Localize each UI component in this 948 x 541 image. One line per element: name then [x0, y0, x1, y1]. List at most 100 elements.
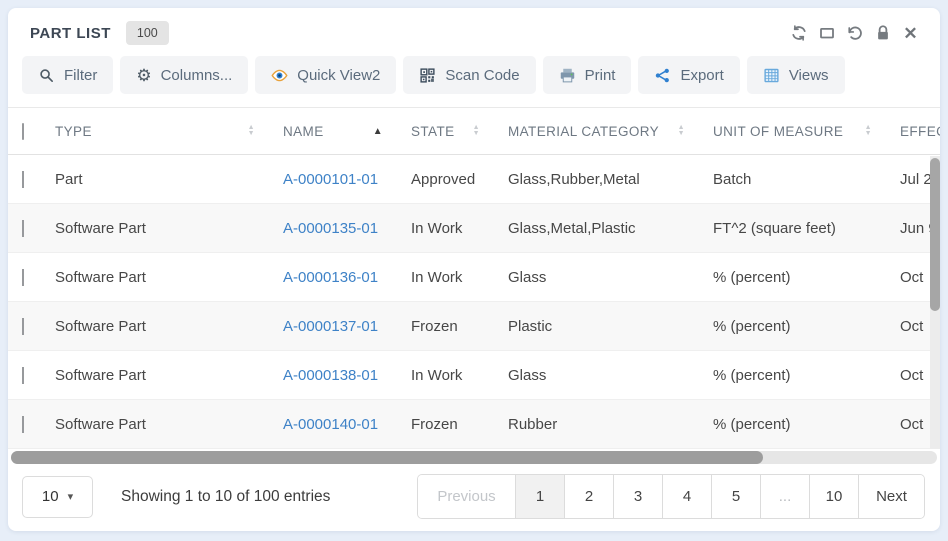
part-name-link[interactable]: A-0000136-01	[283, 269, 378, 286]
scan-code-button[interactable]: Scan Code	[403, 56, 535, 94]
sort-icon: ▲▼	[678, 125, 685, 137]
column-header-material-category[interactable]: MATERIAL CATEGORY ▲▼	[508, 124, 713, 139]
state-cell: Frozen	[411, 416, 508, 433]
page-button-1[interactable]: 1	[515, 475, 564, 518]
material-category-cell: Glass	[508, 269, 713, 286]
sort-icon: ▲▼	[473, 125, 480, 137]
column-header-state[interactable]: STATE ▲▼	[411, 124, 508, 139]
page-title: PART LIST	[30, 25, 111, 42]
quick-view-button[interactable]: Quick View2	[255, 56, 396, 94]
horizontal-scrollbar-thumb[interactable]	[11, 451, 763, 464]
material-category-cell: Glass,Metal,Plastic	[508, 220, 713, 237]
unit-of-measure-cell: Batch	[713, 171, 900, 188]
material-category-cell: Rubber	[508, 416, 713, 433]
part-name-link[interactable]: A-0000137-01	[283, 318, 378, 335]
part-name-link[interactable]: A-0000140-01	[283, 416, 378, 433]
page-button-2[interactable]: 2	[564, 475, 613, 518]
unit-of-measure-cell: FT^2 (square feet)	[713, 220, 900, 237]
row-checkbox[interactable]	[22, 416, 24, 433]
state-cell: In Work	[411, 367, 508, 384]
table-body: Part A-0000101-01 Approved Glass,Rubber,…	[8, 155, 940, 449]
table-row: Software Part A-0000135-01 In Work Glass…	[8, 204, 940, 253]
state-cell: In Work	[411, 220, 508, 237]
type-cell: Software Part	[55, 367, 283, 384]
previous-page-button[interactable]: Previous	[418, 475, 515, 518]
table-header-row: TYPE ▲▼ NAME ▲ STATE ▲▼ MATERIAL CATEGOR…	[8, 108, 940, 155]
filter-button[interactable]: Filter	[22, 56, 113, 94]
table-footer: 10 ▾ Showing 1 to 10 of 100 entries Prev…	[8, 474, 940, 531]
state-cell: Frozen	[411, 318, 508, 335]
material-category-cell: Glass,Rubber,Metal	[508, 171, 713, 188]
sort-ascending-icon: ▲	[373, 126, 383, 137]
record-count-badge: 100	[126, 21, 169, 45]
type-cell: Part	[55, 171, 283, 188]
table-row: Software Part A-0000140-01 Frozen Rubber…	[8, 400, 940, 449]
window-controls: ✕	[789, 24, 920, 43]
undo-icon[interactable]	[845, 24, 864, 43]
table-row: Software Part A-0000138-01 In Work Glass…	[8, 351, 940, 400]
pagination: Previous 1 2 3 4 5 ... 10 Next	[417, 474, 925, 519]
close-icon[interactable]: ✕	[901, 24, 920, 43]
showing-entries-text: Showing 1 to 10 of 100 entries	[121, 488, 330, 506]
column-header-name[interactable]: NAME ▲	[283, 124, 411, 139]
unit-of-measure-cell: % (percent)	[713, 367, 900, 384]
share-icon	[654, 67, 671, 84]
search-icon	[38, 67, 55, 84]
horizontal-scrollbar	[11, 451, 937, 464]
unit-of-measure-cell: % (percent)	[713, 416, 900, 433]
title-bar: PART LIST 100	[8, 8, 940, 50]
export-button[interactable]: Export	[638, 56, 739, 94]
page-button-4[interactable]: 4	[662, 475, 711, 518]
table-row: Software Part A-0000136-01 In Work Glass…	[8, 253, 940, 302]
row-checkbox[interactable]	[22, 171, 24, 188]
filter-button-label: Filter	[64, 67, 97, 84]
row-checkbox[interactable]	[22, 220, 24, 237]
part-name-link[interactable]: A-0000135-01	[283, 220, 378, 237]
unit-of-measure-cell: % (percent)	[713, 269, 900, 286]
quick-view-button-label: Quick View2	[297, 67, 380, 84]
columns-button[interactable]: ⚙ Columns...	[120, 56, 248, 94]
type-cell: Software Part	[55, 220, 283, 237]
columns-button-label: Columns...	[161, 67, 233, 84]
page-button-3[interactable]: 3	[613, 475, 662, 518]
material-category-cell: Plastic	[508, 318, 713, 335]
column-header-unit-of-measure[interactable]: UNIT OF MEASURE ▲▼	[713, 124, 900, 139]
column-header-effectivity[interactable]: EFFEC	[900, 124, 940, 139]
part-name-link[interactable]: A-0000138-01	[283, 367, 378, 384]
material-category-cell: Glass	[508, 367, 713, 384]
maximize-icon[interactable]	[817, 24, 836, 43]
select-all-checkbox[interactable]	[22, 123, 24, 140]
type-cell: Software Part	[55, 269, 283, 286]
views-button[interactable]: Views	[747, 56, 845, 94]
lock-icon[interactable]	[873, 24, 892, 43]
print-button[interactable]: Print	[543, 56, 632, 94]
row-checkbox[interactable]	[22, 318, 24, 335]
next-page-button[interactable]: Next	[858, 475, 924, 518]
select-all-cell	[22, 124, 55, 139]
eye-icon	[271, 67, 288, 84]
vertical-scrollbar-thumb[interactable]	[930, 158, 940, 311]
column-header-type[interactable]: TYPE ▲▼	[55, 124, 283, 139]
views-button-label: Views	[789, 67, 829, 84]
sort-icon: ▲▼	[248, 125, 255, 137]
qr-code-icon	[419, 67, 436, 84]
page-size-select[interactable]: 10 ▾	[22, 476, 93, 518]
table-row: Part A-0000101-01 Approved Glass,Rubber,…	[8, 155, 940, 204]
type-cell: Software Part	[55, 416, 283, 433]
page-button-10[interactable]: 10	[809, 475, 858, 518]
page-button-5[interactable]: 5	[711, 475, 760, 518]
part-name-link[interactable]: A-0000101-01	[283, 171, 378, 188]
chevron-down-icon: ▾	[68, 490, 74, 503]
vertical-scrollbar	[930, 156, 940, 449]
row-checkbox[interactable]	[22, 367, 24, 384]
sort-icon: ▲▼	[865, 125, 872, 137]
refresh-icon[interactable]	[789, 24, 808, 43]
row-checkbox[interactable]	[22, 269, 24, 286]
page-size-value: 10	[42, 488, 59, 505]
printer-icon	[559, 67, 576, 84]
table-row: Software Part A-0000137-01 Frozen Plasti…	[8, 302, 940, 351]
toolbar: Filter ⚙ Columns... Quick View2	[8, 50, 940, 107]
export-button-label: Export	[680, 67, 723, 84]
state-cell: In Work	[411, 269, 508, 286]
table-grid-icon	[763, 67, 780, 84]
